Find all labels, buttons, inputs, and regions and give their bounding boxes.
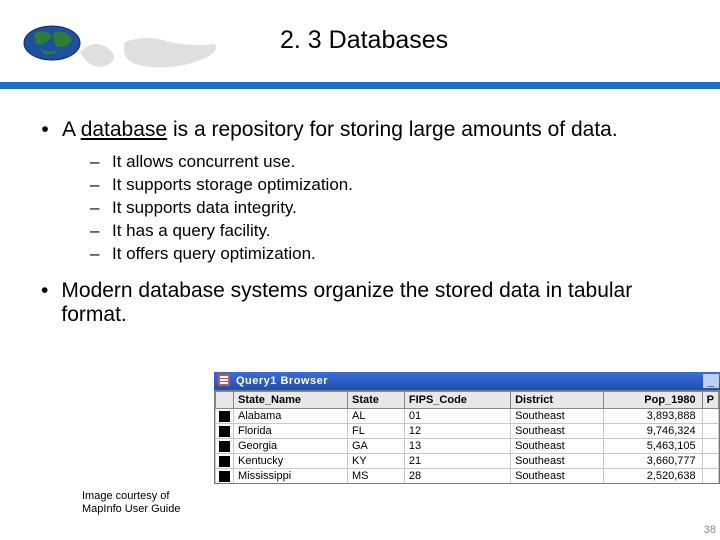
sub-bullet: –It offers query optimization. bbox=[90, 242, 692, 265]
col-state[interactable]: State bbox=[348, 392, 405, 409]
underlined-term: database bbox=[81, 118, 167, 141]
bullet-dot-icon: • bbox=[28, 118, 62, 142]
world-map-shadow-icon bbox=[74, 32, 226, 76]
row-marker-icon bbox=[219, 426, 230, 437]
data-grid: State_Name State FIPS_Code District Pop_… bbox=[214, 390, 720, 484]
table-row[interactable]: Florida FL 12 Southeast 9,746,324 bbox=[216, 424, 719, 439]
window-icon bbox=[218, 374, 232, 389]
col-district[interactable]: District bbox=[511, 392, 604, 409]
page-number: 38 bbox=[704, 524, 716, 536]
window-title: Query1 Browser bbox=[236, 375, 328, 387]
globe-icon bbox=[22, 24, 82, 62]
table-row[interactable]: Georgia GA 13 Southeast 5,463,105 bbox=[216, 439, 719, 454]
slide-body: • A database is a repository for storing… bbox=[0, 84, 720, 327]
sub-bullet: –It allows concurrent use. bbox=[90, 150, 692, 173]
slide-header: 2. 3 Databases bbox=[0, 0, 720, 84]
bullet-dot-icon: • bbox=[28, 279, 61, 327]
minimize-button[interactable]: _ bbox=[703, 374, 719, 388]
logo bbox=[18, 10, 218, 72]
sub-bullet: –It has a query facility. bbox=[90, 219, 692, 242]
row-marker-icon bbox=[219, 471, 230, 482]
table-row[interactable]: Mississippi MS 28 Southeast 2,520,638 bbox=[216, 469, 719, 484]
table-header-row: State_Name State FIPS_Code District Pop_… bbox=[216, 392, 719, 409]
sub-bullet-list: –It allows concurrent use. –It supports … bbox=[90, 150, 692, 265]
row-marker-icon bbox=[219, 456, 230, 467]
sub-bullet: –It supports storage optimization. bbox=[90, 173, 692, 196]
slide-title: 2. 3 Databases bbox=[280, 26, 448, 55]
window-titlebar: Query1 Browser _ bbox=[214, 372, 720, 390]
select-all-header[interactable] bbox=[216, 392, 234, 409]
image-credit: Image courtesy of MapInfo User Guide bbox=[82, 490, 180, 516]
header-divider bbox=[0, 82, 720, 89]
bullet-2: • Modern database systems organize the s… bbox=[28, 279, 692, 327]
col-pop1980[interactable]: Pop_1980 bbox=[603, 392, 702, 409]
table-row[interactable]: Kentucky KY 21 Southeast 3,660,777 bbox=[216, 454, 719, 469]
query-browser-window: Query1 Browser _ State_Name State FIPS_C… bbox=[214, 372, 720, 484]
col-fips[interactable]: FIPS_Code bbox=[404, 392, 510, 409]
table-row[interactable]: Alabama AL 01 Southeast 3,893,888 bbox=[216, 409, 719, 424]
row-marker-icon bbox=[219, 441, 230, 452]
row-marker-icon bbox=[219, 411, 230, 422]
bullet-1: • A database is a repository for storing… bbox=[28, 118, 692, 142]
sub-bullet: –It supports data integrity. bbox=[90, 196, 692, 219]
col-p[interactable]: P bbox=[702, 392, 718, 409]
col-state-name[interactable]: State_Name bbox=[234, 392, 348, 409]
